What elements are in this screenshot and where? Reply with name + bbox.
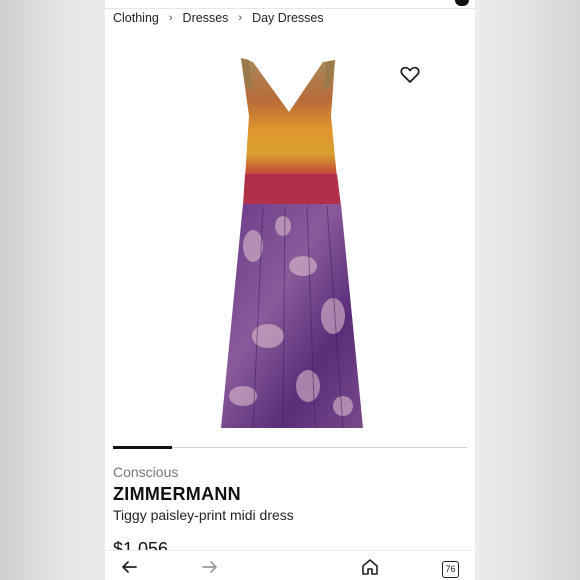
chevron-right-icon: › [168, 12, 173, 24]
breadcrumb: Clothing › Dresses › Day Dresses [113, 11, 324, 25]
browser-nav-bar [105, 550, 475, 580]
price-container: $1,056 [113, 538, 313, 550]
background-right [475, 0, 580, 580]
breadcrumb-item-day-dresses[interactable]: Day Dresses [252, 11, 324, 25]
dress-bodice [241, 58, 337, 178]
forward-arrow-icon[interactable] [201, 558, 219, 576]
breadcrumb-item-clothing[interactable]: Clothing [113, 11, 159, 25]
back-arrow-icon[interactable] [120, 558, 138, 576]
price: $1,056 [113, 539, 169, 550]
top-divider [105, 8, 475, 9]
status-badge [455, 0, 469, 6]
breadcrumb-item-dresses[interactable]: Dresses [183, 11, 229, 25]
dress-waist [243, 174, 341, 206]
tabs-counter-button[interactable]: 76 [442, 561, 459, 578]
product-title: Tiggy paisley-print midi dress [113, 507, 294, 523]
brand-name[interactable]: ZIMMERMANN [113, 484, 241, 505]
chevron-right-icon: › [238, 12, 243, 24]
background-left [0, 0, 105, 580]
home-icon[interactable] [361, 558, 379, 576]
phone-screen: Clothing › Dresses › Day Dresses Conscio… [105, 0, 475, 580]
gallery-progress-indicator [113, 446, 172, 449]
heart-icon[interactable] [400, 66, 420, 84]
conscious-label: Conscious [113, 464, 179, 480]
product-image[interactable] [213, 56, 369, 434]
